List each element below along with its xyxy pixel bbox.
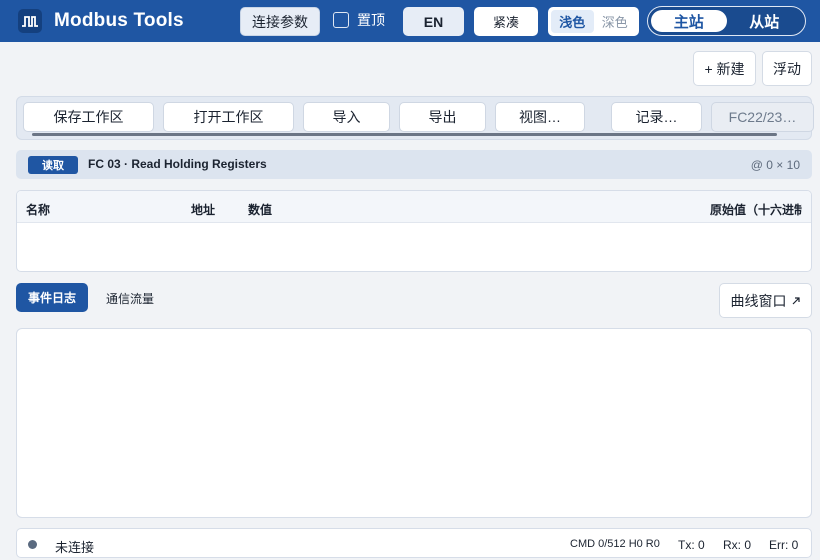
column-header-raw-hex: 原始值（十六进制） bbox=[710, 203, 802, 217]
theme-light-option[interactable]: 浅色 bbox=[551, 10, 594, 33]
rx-counter: Rx: 0 bbox=[723, 538, 752, 552]
event-log-area[interactable] bbox=[16, 328, 812, 518]
tx-counter: Tx: 0 bbox=[678, 538, 705, 552]
open-workspace-button[interactable]: 打开工作区 bbox=[163, 102, 294, 132]
cmd-counter: CMD 0/512 H0 R0 bbox=[570, 538, 660, 550]
record-menu-button[interactable]: 记录… bbox=[611, 102, 702, 132]
import-button[interactable]: 导入 bbox=[303, 102, 390, 132]
column-header-address: 地址 bbox=[191, 203, 216, 217]
column-header-name: 名称 bbox=[26, 203, 51, 217]
toolbar-scrollbar[interactable] bbox=[32, 133, 777, 136]
connection-status: 未连接 bbox=[55, 540, 95, 555]
app-title: Modbus Tools bbox=[54, 10, 184, 31]
theme-dark-option[interactable]: 深色 bbox=[594, 10, 637, 33]
float-button[interactable]: 浮动 bbox=[762, 51, 812, 86]
read-badge: 读取 bbox=[28, 156, 78, 174]
theme-switch: 浅色 深色 bbox=[548, 7, 639, 36]
export-button[interactable]: 导出 bbox=[399, 102, 486, 132]
connection-status-dot bbox=[28, 540, 37, 549]
new-button[interactable]: + 新建 bbox=[693, 51, 756, 86]
language-button[interactable]: EN bbox=[403, 7, 464, 36]
connection-params-button[interactable]: 连接参数 bbox=[240, 7, 320, 36]
tab-traffic[interactable]: 通信流量 bbox=[106, 290, 154, 307]
read-request-meta: @ 0 × 10 bbox=[750, 158, 800, 172]
curve-window-label: 曲线窗口 bbox=[730, 292, 787, 309]
register-table: 名称 地址 数值 原始值（十六进制） bbox=[16, 190, 812, 272]
app-header: Modbus Tools 连接参数 置顶 EN 紧凑 浅色 深色 主站 从站 bbox=[0, 0, 820, 42]
fc22-23-button[interactable]: FC22/23… bbox=[711, 102, 814, 132]
role-master-option[interactable]: 主站 bbox=[651, 10, 727, 32]
workspace-toolbar: 保存工作区 打开工作区 导入 导出 视图… 记录… FC22/23… bbox=[16, 96, 814, 140]
err-counter: Err: 0 bbox=[769, 538, 799, 552]
curve-window-button[interactable]: 曲线窗口 bbox=[719, 283, 812, 318]
pin-on-top-toggle[interactable]: 置顶 bbox=[333, 10, 385, 30]
status-bar: 未连接 CMD 0/512 H0 R0 Tx: 0 Rx: 0 Err: 0 bbox=[16, 528, 812, 558]
table-header: 名称 地址 数值 原始值（十六进制） bbox=[17, 191, 811, 223]
pin-checkbox[interactable] bbox=[333, 12, 349, 28]
read-request-title: FC 03 · Read Holding Registers bbox=[88, 157, 267, 171]
waveform-icon bbox=[18, 9, 42, 33]
pin-label: 置顶 bbox=[357, 12, 385, 28]
role-slave-option[interactable]: 从站 bbox=[727, 10, 803, 32]
external-link-icon bbox=[791, 293, 801, 309]
column-header-value: 数值 bbox=[248, 203, 273, 217]
view-menu-button[interactable]: 视图… bbox=[495, 102, 585, 132]
save-workspace-button[interactable]: 保存工作区 bbox=[23, 102, 154, 132]
compact-button[interactable]: 紧凑 bbox=[474, 7, 538, 36]
tab-event-log[interactable]: 事件日志 bbox=[16, 283, 88, 312]
role-switch: 主站 从站 bbox=[647, 6, 806, 36]
read-request-bar: 读取 FC 03 · Read Holding Registers @ 0 × … bbox=[16, 150, 812, 179]
